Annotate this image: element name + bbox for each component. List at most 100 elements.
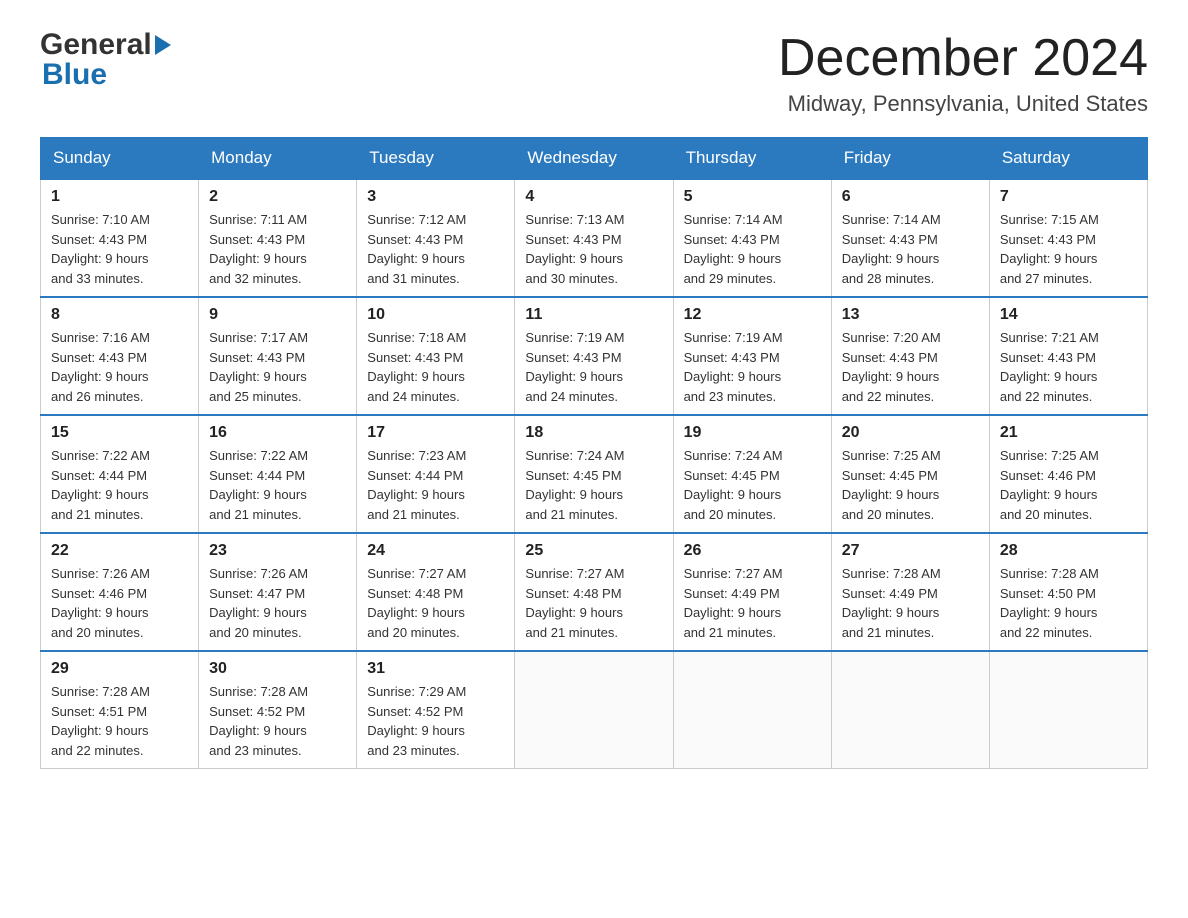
calendar-cell: 23 Sunrise: 7:26 AMSunset: 4:47 PMDaylig…: [199, 533, 357, 651]
calendar-cell: 15 Sunrise: 7:22 AMSunset: 4:44 PMDaylig…: [41, 415, 199, 533]
calendar-cell: 5 Sunrise: 7:14 AMSunset: 4:43 PMDayligh…: [673, 179, 831, 297]
day-number: 31: [367, 660, 504, 678]
calendar-cell: 28 Sunrise: 7:28 AMSunset: 4:50 PMDaylig…: [989, 533, 1147, 651]
weekday-header-sunday: Sunday: [41, 138, 199, 180]
calendar-cell: 30 Sunrise: 7:28 AMSunset: 4:52 PMDaylig…: [199, 651, 357, 769]
day-number: 6: [842, 188, 979, 206]
day-info: Sunrise: 7:22 AMSunset: 4:44 PMDaylight:…: [209, 448, 308, 522]
day-number: 10: [367, 306, 504, 324]
day-info: Sunrise: 7:29 AMSunset: 4:52 PMDaylight:…: [367, 684, 466, 758]
day-info: Sunrise: 7:10 AMSunset: 4:43 PMDaylight:…: [51, 212, 150, 286]
calendar-cell: 13 Sunrise: 7:20 AMSunset: 4:43 PMDaylig…: [831, 297, 989, 415]
day-number: 21: [1000, 424, 1137, 442]
weekday-header-wednesday: Wednesday: [515, 138, 673, 180]
day-info: Sunrise: 7:20 AMSunset: 4:43 PMDaylight:…: [842, 330, 941, 404]
calendar-cell: 3 Sunrise: 7:12 AMSunset: 4:43 PMDayligh…: [357, 179, 515, 297]
day-info: Sunrise: 7:28 AMSunset: 4:52 PMDaylight:…: [209, 684, 308, 758]
calendar-cell: 20 Sunrise: 7:25 AMSunset: 4:45 PMDaylig…: [831, 415, 989, 533]
logo-text-general: General: [40, 30, 152, 60]
day-number: 17: [367, 424, 504, 442]
day-number: 28: [1000, 542, 1137, 560]
weekday-header-friday: Friday: [831, 138, 989, 180]
day-info: Sunrise: 7:13 AMSunset: 4:43 PMDaylight:…: [525, 212, 624, 286]
day-info: Sunrise: 7:21 AMSunset: 4:43 PMDaylight:…: [1000, 330, 1099, 404]
calendar-cell: 8 Sunrise: 7:16 AMSunset: 4:43 PMDayligh…: [41, 297, 199, 415]
day-info: Sunrise: 7:24 AMSunset: 4:45 PMDaylight:…: [525, 448, 624, 522]
day-info: Sunrise: 7:28 AMSunset: 4:50 PMDaylight:…: [1000, 566, 1099, 640]
calendar-cell: 31 Sunrise: 7:29 AMSunset: 4:52 PMDaylig…: [357, 651, 515, 769]
weekday-header-tuesday: Tuesday: [357, 138, 515, 180]
calendar-cell: 21 Sunrise: 7:25 AMSunset: 4:46 PMDaylig…: [989, 415, 1147, 533]
calendar-cell: [515, 651, 673, 769]
calendar-cell: 7 Sunrise: 7:15 AMSunset: 4:43 PMDayligh…: [989, 179, 1147, 297]
title-block: December 2024 Midway, Pennsylvania, Unit…: [778, 30, 1148, 117]
calendar-cell: 9 Sunrise: 7:17 AMSunset: 4:43 PMDayligh…: [199, 297, 357, 415]
day-info: Sunrise: 7:11 AMSunset: 4:43 PMDaylight:…: [209, 212, 307, 286]
day-number: 9: [209, 306, 346, 324]
calendar-cell: [673, 651, 831, 769]
day-info: Sunrise: 7:24 AMSunset: 4:45 PMDaylight:…: [684, 448, 783, 522]
day-number: 12: [684, 306, 821, 324]
calendar-cell: 26 Sunrise: 7:27 AMSunset: 4:49 PMDaylig…: [673, 533, 831, 651]
logo: General Blue: [40, 30, 171, 92]
weekday-header-thursday: Thursday: [673, 138, 831, 180]
day-info: Sunrise: 7:25 AMSunset: 4:45 PMDaylight:…: [842, 448, 941, 522]
day-info: Sunrise: 7:27 AMSunset: 4:49 PMDaylight:…: [684, 566, 783, 640]
day-number: 25: [525, 542, 662, 560]
calendar-cell: 22 Sunrise: 7:26 AMSunset: 4:46 PMDaylig…: [41, 533, 199, 651]
logo-text-blue: Blue: [40, 58, 107, 92]
day-info: Sunrise: 7:15 AMSunset: 4:43 PMDaylight:…: [1000, 212, 1099, 286]
day-number: 24: [367, 542, 504, 560]
day-number: 30: [209, 660, 346, 678]
calendar-cell: 10 Sunrise: 7:18 AMSunset: 4:43 PMDaylig…: [357, 297, 515, 415]
day-info: Sunrise: 7:18 AMSunset: 4:43 PMDaylight:…: [367, 330, 466, 404]
calendar-cell: 14 Sunrise: 7:21 AMSunset: 4:43 PMDaylig…: [989, 297, 1147, 415]
calendar-header-row: SundayMondayTuesdayWednesdayThursdayFrid…: [41, 138, 1148, 180]
calendar-cell: 12 Sunrise: 7:19 AMSunset: 4:43 PMDaylig…: [673, 297, 831, 415]
day-number: 29: [51, 660, 188, 678]
day-info: Sunrise: 7:19 AMSunset: 4:43 PMDaylight:…: [525, 330, 624, 404]
day-info: Sunrise: 7:22 AMSunset: 4:44 PMDaylight:…: [51, 448, 150, 522]
calendar-week-row: 29 Sunrise: 7:28 AMSunset: 4:51 PMDaylig…: [41, 651, 1148, 769]
calendar-cell: 2 Sunrise: 7:11 AMSunset: 4:43 PMDayligh…: [199, 179, 357, 297]
calendar-week-row: 22 Sunrise: 7:26 AMSunset: 4:46 PMDaylig…: [41, 533, 1148, 651]
day-number: 19: [684, 424, 821, 442]
calendar-week-row: 15 Sunrise: 7:22 AMSunset: 4:44 PMDaylig…: [41, 415, 1148, 533]
day-number: 20: [842, 424, 979, 442]
day-number: 27: [842, 542, 979, 560]
calendar-cell: 29 Sunrise: 7:28 AMSunset: 4:51 PMDaylig…: [41, 651, 199, 769]
day-number: 13: [842, 306, 979, 324]
day-info: Sunrise: 7:12 AMSunset: 4:43 PMDaylight:…: [367, 212, 466, 286]
day-info: Sunrise: 7:14 AMSunset: 4:43 PMDaylight:…: [684, 212, 783, 286]
day-info: Sunrise: 7:23 AMSunset: 4:44 PMDaylight:…: [367, 448, 466, 522]
calendar-cell: 11 Sunrise: 7:19 AMSunset: 4:43 PMDaylig…: [515, 297, 673, 415]
month-title: December 2024: [778, 30, 1148, 87]
day-number: 22: [51, 542, 188, 560]
day-number: 11: [525, 306, 662, 324]
day-number: 4: [525, 188, 662, 206]
calendar-cell: 6 Sunrise: 7:14 AMSunset: 4:43 PMDayligh…: [831, 179, 989, 297]
page-header: General Blue December 2024 Midway, Penns…: [40, 30, 1148, 117]
weekday-header-monday: Monday: [199, 138, 357, 180]
day-number: 2: [209, 188, 346, 206]
day-info: Sunrise: 7:27 AMSunset: 4:48 PMDaylight:…: [525, 566, 624, 640]
day-info: Sunrise: 7:14 AMSunset: 4:43 PMDaylight:…: [842, 212, 941, 286]
calendar-cell: 17 Sunrise: 7:23 AMSunset: 4:44 PMDaylig…: [357, 415, 515, 533]
day-number: 7: [1000, 188, 1137, 206]
day-number: 23: [209, 542, 346, 560]
day-number: 3: [367, 188, 504, 206]
calendar-week-row: 1 Sunrise: 7:10 AMSunset: 4:43 PMDayligh…: [41, 179, 1148, 297]
day-info: Sunrise: 7:25 AMSunset: 4:46 PMDaylight:…: [1000, 448, 1099, 522]
day-number: 1: [51, 188, 188, 206]
calendar-cell: 24 Sunrise: 7:27 AMSunset: 4:48 PMDaylig…: [357, 533, 515, 651]
calendar-cell: 25 Sunrise: 7:27 AMSunset: 4:48 PMDaylig…: [515, 533, 673, 651]
day-number: 16: [209, 424, 346, 442]
day-info: Sunrise: 7:16 AMSunset: 4:43 PMDaylight:…: [51, 330, 150, 404]
day-info: Sunrise: 7:28 AMSunset: 4:49 PMDaylight:…: [842, 566, 941, 640]
calendar-cell: 16 Sunrise: 7:22 AMSunset: 4:44 PMDaylig…: [199, 415, 357, 533]
day-number: 14: [1000, 306, 1137, 324]
day-info: Sunrise: 7:26 AMSunset: 4:47 PMDaylight:…: [209, 566, 308, 640]
weekday-header-saturday: Saturday: [989, 138, 1147, 180]
day-info: Sunrise: 7:26 AMSunset: 4:46 PMDaylight:…: [51, 566, 150, 640]
day-number: 18: [525, 424, 662, 442]
